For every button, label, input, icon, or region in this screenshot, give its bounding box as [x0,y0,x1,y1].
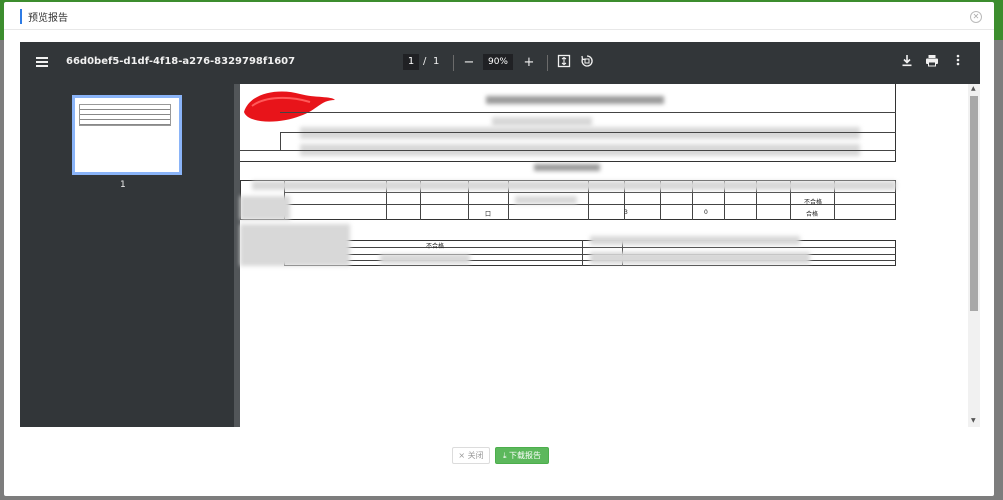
pdf-filename: 66d0bef5-d1df-4f18-a276-8329798f1607 [66,56,296,67]
table-cell: 3 [624,209,628,216]
rotate-icon[interactable] [578,54,596,72]
preview-report-modal: 预览报告 ✕ 66d0bef5-d1df-4f18-a276-8329798f1… [4,2,994,496]
minus-icon[interactable]: − [460,54,478,72]
scroll-up-arrow-icon[interactable]: ▲ [971,85,976,92]
table-rule [582,240,583,266]
table-rule [284,192,896,193]
table-rule [284,247,896,248]
table-rule [280,132,896,133]
page-separator: / [423,56,427,67]
zoom-input[interactable]: 90% [483,54,513,70]
redacted-text [590,252,810,264]
vertical-scrollbar[interactable]: ▲ ▼ [968,84,980,427]
thumbnail-panel: 1 [20,84,234,427]
table-cell: 合格 [806,211,819,218]
page-thumbnail[interactable] [72,95,182,175]
redacted-text [252,181,896,190]
menu-icon[interactable] [34,55,50,71]
redacted-text [240,196,290,220]
download-icon[interactable] [898,54,916,72]
plus-icon[interactable]: + [520,54,538,72]
pdf-viewer: 66d0bef5-d1df-4f18-a276-8329798f1607 1 /… [20,42,980,427]
page-number-input[interactable]: 1 [403,54,419,70]
close-circle-icon[interactable]: ✕ [970,11,982,23]
modal-header: 预览报告 ✕ [4,2,994,30]
modal-title: 预览报告 [28,13,68,24]
more-vert-icon[interactable] [949,54,967,72]
redacted-text [515,196,577,204]
document-scroll-area[interactable]: 口 3 0 不合格 合格 不合格 [234,84,980,427]
close-button[interactable]: × 关闭 [452,447,490,464]
table-rule [240,150,896,151]
download-report-button[interactable]: ⤓ 下载报告 [495,447,549,464]
scrollbar-thumb[interactable] [970,96,978,311]
table-cell: 不合格 [426,243,445,250]
toolbar-divider [547,55,548,71]
table-cell: 不合格 [804,199,823,206]
print-icon[interactable] [923,54,941,72]
thumbnail-content [79,104,171,126]
page-total: 1 [433,56,440,67]
fit-page-icon[interactable] [555,54,573,72]
title-accent-bar [20,9,22,24]
scroll-down-arrow-icon[interactable]: ▼ [971,417,976,424]
toolbar-divider [453,55,454,71]
table-cell: 0 [704,209,708,216]
redacted-text [240,224,350,266]
table-rule [280,132,281,150]
table-cell: 口 [485,211,492,218]
redacted-text [380,254,470,264]
pdf-toolbar: 66d0bef5-d1df-4f18-a276-8329798f1607 1 /… [20,42,980,84]
redacted-text [534,164,600,171]
redacted-text [590,236,800,245]
thumbnail-page-number: 1 [120,180,126,190]
document-page: 口 3 0 不合格 合格 不合格 [240,84,968,427]
table-rule [280,112,896,113]
